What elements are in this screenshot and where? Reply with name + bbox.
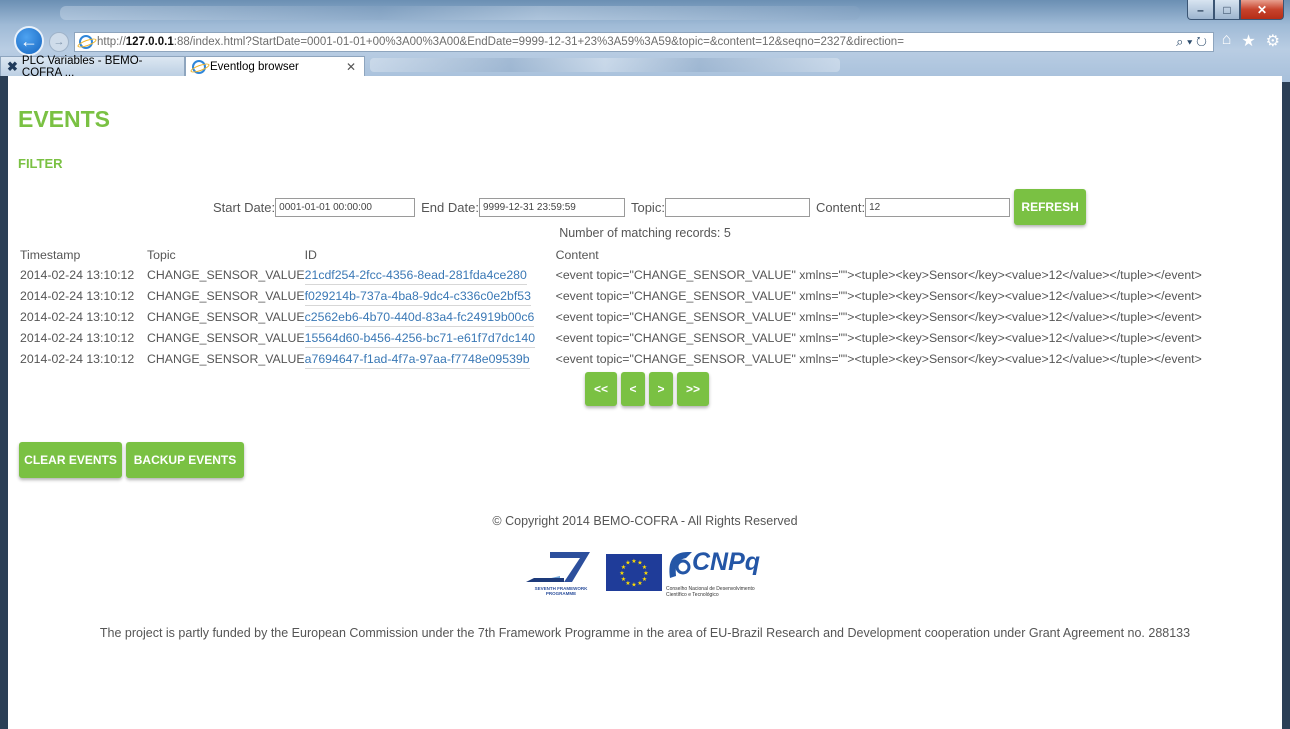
fp7-logo: SEVENTH FRAMEWORK PROGRAMME <box>520 546 602 601</box>
page-viewport: EVENTS FILTER Start Date: End Date: Topi… <box>8 76 1282 729</box>
start-date-label: Start Date: <box>213 199 276 215</box>
sponsor-logos: SEVENTH FRAMEWORK PROGRAMME ★ ★ ★ ★ ★ ★ … <box>520 546 780 606</box>
first-page-button[interactable]: << <box>585 372 617 406</box>
clear-events-button[interactable]: CLEAR EVENTS <box>19 442 122 478</box>
back-button[interactable]: ← <box>14 26 44 56</box>
cell-timestamp: 2014-02-24 13:10:12 <box>20 351 135 366</box>
fp7-caption-line2: PROGRAMME <box>545 591 577 596</box>
tools-gear-icon[interactable]: ⚙ <box>1266 31 1280 51</box>
cell-timestamp: 2014-02-24 13:10:12 <box>20 330 135 345</box>
table-row: 2014-02-24 13:10:12 CHANGE_SENSOR_VALUE … <box>20 348 1202 369</box>
cell-content: <event topic="CHANGE_SENSOR_VALUE" xmlns… <box>555 330 1202 345</box>
address-url-host: 127.0.0.1 <box>125 36 174 48</box>
tab-strip: ✖ PLC Variables - BEMO-COFRA ... Eventlo… <box>0 54 365 79</box>
table-row: 2014-02-24 13:10:12 CHANGE_SENSOR_VALUE … <box>20 306 1202 327</box>
browser-toolbar-icons: ⌂ ★ ⚙ <box>1222 31 1280 51</box>
event-id-link[interactable]: 15564d60-b456-4256-bc71-e61f7d7dc140 <box>304 330 536 348</box>
svg-text:★: ★ <box>621 576 626 583</box>
page-title: EVENTS <box>18 106 111 132</box>
column-header-timestamp: Timestamp <box>20 248 81 262</box>
cell-timestamp: 2014-02-24 13:10:12 <box>20 309 135 324</box>
tab-label: Eventlog browser <box>210 60 299 73</box>
cell-topic: CHANGE_SENSOR_VALUE <box>147 288 305 303</box>
tab-strip-blurred <box>370 58 840 72</box>
cell-timestamp: 2014-02-24 13:10:12 <box>20 288 135 303</box>
filter-section-title: FILTER <box>18 156 63 171</box>
address-tools: ⌕ ▾ ↻ <box>1170 33 1213 51</box>
tool-x-icon: ✖ <box>7 58 18 74</box>
event-id-link[interactable]: a7694647-f1ad-4f7a-97aa-f7748e09539b <box>304 351 530 369</box>
last-page-button[interactable]: >> <box>677 372 709 406</box>
content-label: Content: <box>815 199 866 215</box>
event-id-link[interactable]: f029214b-737a-4ba8-9dc4-c336c0e2bf53 <box>304 288 531 306</box>
forward-button[interactable]: → <box>49 32 69 52</box>
cnpq-caption-line2: Científico e Tecnológico <box>666 592 719 598</box>
home-icon[interactable]: ⌂ <box>1222 31 1232 51</box>
start-date-input[interactable] <box>275 197 416 217</box>
next-page-button[interactable]: > <box>649 372 673 406</box>
maximize-button[interactable]: □ <box>1214 0 1240 20</box>
tab-label: PLC Variables - BEMO-COFRA ... <box>21 54 143 79</box>
cnpq-wordmark: CNPq <box>692 548 761 576</box>
topic-input[interactable] <box>664 197 810 217</box>
table-row: 2014-02-24 13:10:12 CHANGE_SENSOR_VALUE … <box>20 327 1202 348</box>
svg-text:★: ★ <box>637 580 642 587</box>
ie-tab-icon <box>192 59 206 74</box>
cell-content: <event topic="CHANGE_SENSOR_VALUE" xmlns… <box>555 267 1202 282</box>
filter-form: Start Date: End Date: Topic: Content: RE… <box>213 189 1087 225</box>
column-header-content: Content <box>555 248 599 262</box>
close-window-button[interactable]: ✕ <box>1240 0 1284 20</box>
tab-eventlog-browser[interactable]: Eventlog browser ✕ <box>185 56 365 76</box>
cell-topic: CHANGE_SENSOR_VALUE <box>147 330 305 345</box>
window-left-edge <box>0 76 8 729</box>
event-id-link[interactable]: 21cdf254-2fcc-4356-8ead-281fda4ce280 <box>304 267 527 285</box>
table-row: 2014-02-24 13:10:12 CHANGE_SENSOR_VALUE … <box>20 285 1202 306</box>
cnpq-logo: CNPq Conselho Nacional de Desenvolviment… <box>666 548 776 598</box>
column-header-id: ID <box>304 248 317 262</box>
events-table: Timestamp Topic ID Content 2014-02-24 13… <box>20 246 1202 369</box>
svg-text:★: ★ <box>619 570 624 577</box>
svg-text:★: ★ <box>625 560 630 567</box>
matching-records-count: Number of matching records: 5 <box>559 226 731 240</box>
window-controls: – □ ✕ <box>1187 0 1284 20</box>
event-id-link[interactable]: c2562eb6-4b70-440d-83a4-fc24919b00c6 <box>304 309 535 327</box>
cell-topic: CHANGE_SENSOR_VALUE <box>147 267 305 282</box>
address-url-rest: :88/index.html?StartDate=0001-01-01+00%3… <box>173 36 904 48</box>
cell-content: <event topic="CHANGE_SENSOR_VALUE" xmlns… <box>555 288 1202 303</box>
cell-topic: CHANGE_SENSOR_VALUE <box>147 351 305 366</box>
browser-chrome: – □ ✕ ← → http://127.0.0.1:88/index.html… <box>0 0 1290 82</box>
svg-text:★: ★ <box>631 558 636 565</box>
tab-plc-variables[interactable]: ✖ PLC Variables - BEMO-COFRA ... <box>0 54 185 79</box>
table-header-row: Timestamp Topic ID Content <box>20 246 1202 264</box>
cell-topic: CHANGE_SENSOR_VALUE <box>147 309 305 324</box>
topic-label: Topic: <box>630 199 665 215</box>
cell-content: <event topic="CHANGE_SENSOR_VALUE" xmlns… <box>555 351 1202 366</box>
tab-close-icon[interactable]: ✕ <box>346 60 356 74</box>
ie-page-icon <box>79 35 93 49</box>
funding-statement: The project is partly funded by the Euro… <box>99 626 1191 640</box>
copyright-text: © Copyright 2014 BEMO-COFRA - All Rights… <box>492 514 798 528</box>
address-bar[interactable]: http://127.0.0.1:88/index.html?StartDate… <box>74 32 1214 52</box>
favorites-star-icon[interactable]: ★ <box>1241 31 1255 51</box>
pagination: << < > >> <box>585 372 709 406</box>
refresh-button[interactable]: REFRESH <box>1014 189 1087 225</box>
backup-events-button[interactable]: BACKUP EVENTS <box>126 442 244 478</box>
end-date-input[interactable] <box>478 197 625 217</box>
prev-page-button[interactable]: < <box>621 372 645 406</box>
arrow-right-icon: → <box>53 36 65 48</box>
address-url-prefix: http:// <box>97 36 126 48</box>
end-date-label: End Date: <box>421 199 479 215</box>
arrow-left-icon: ← <box>20 30 38 51</box>
eu-flag-logo: ★ ★ ★ ★ ★ ★ ★ ★ ★ ★ ★ ★ <box>606 554 662 591</box>
search-refresh-icon[interactable]: ⌕ ▾ ↻ <box>1176 34 1207 50</box>
minimize-button[interactable]: – <box>1187 0 1214 20</box>
cell-content: <event topic="CHANGE_SENSOR_VALUE" xmlns… <box>555 309 1202 324</box>
content-input[interactable] <box>865 197 1011 217</box>
svg-text:★: ★ <box>631 582 636 589</box>
table-row: 2014-02-24 13:10:12 CHANGE_SENSOR_VALUE … <box>20 264 1202 285</box>
column-header-topic: Topic <box>147 248 176 262</box>
cell-timestamp: 2014-02-24 13:10:12 <box>20 267 135 282</box>
window-title-blurred <box>60 6 860 20</box>
